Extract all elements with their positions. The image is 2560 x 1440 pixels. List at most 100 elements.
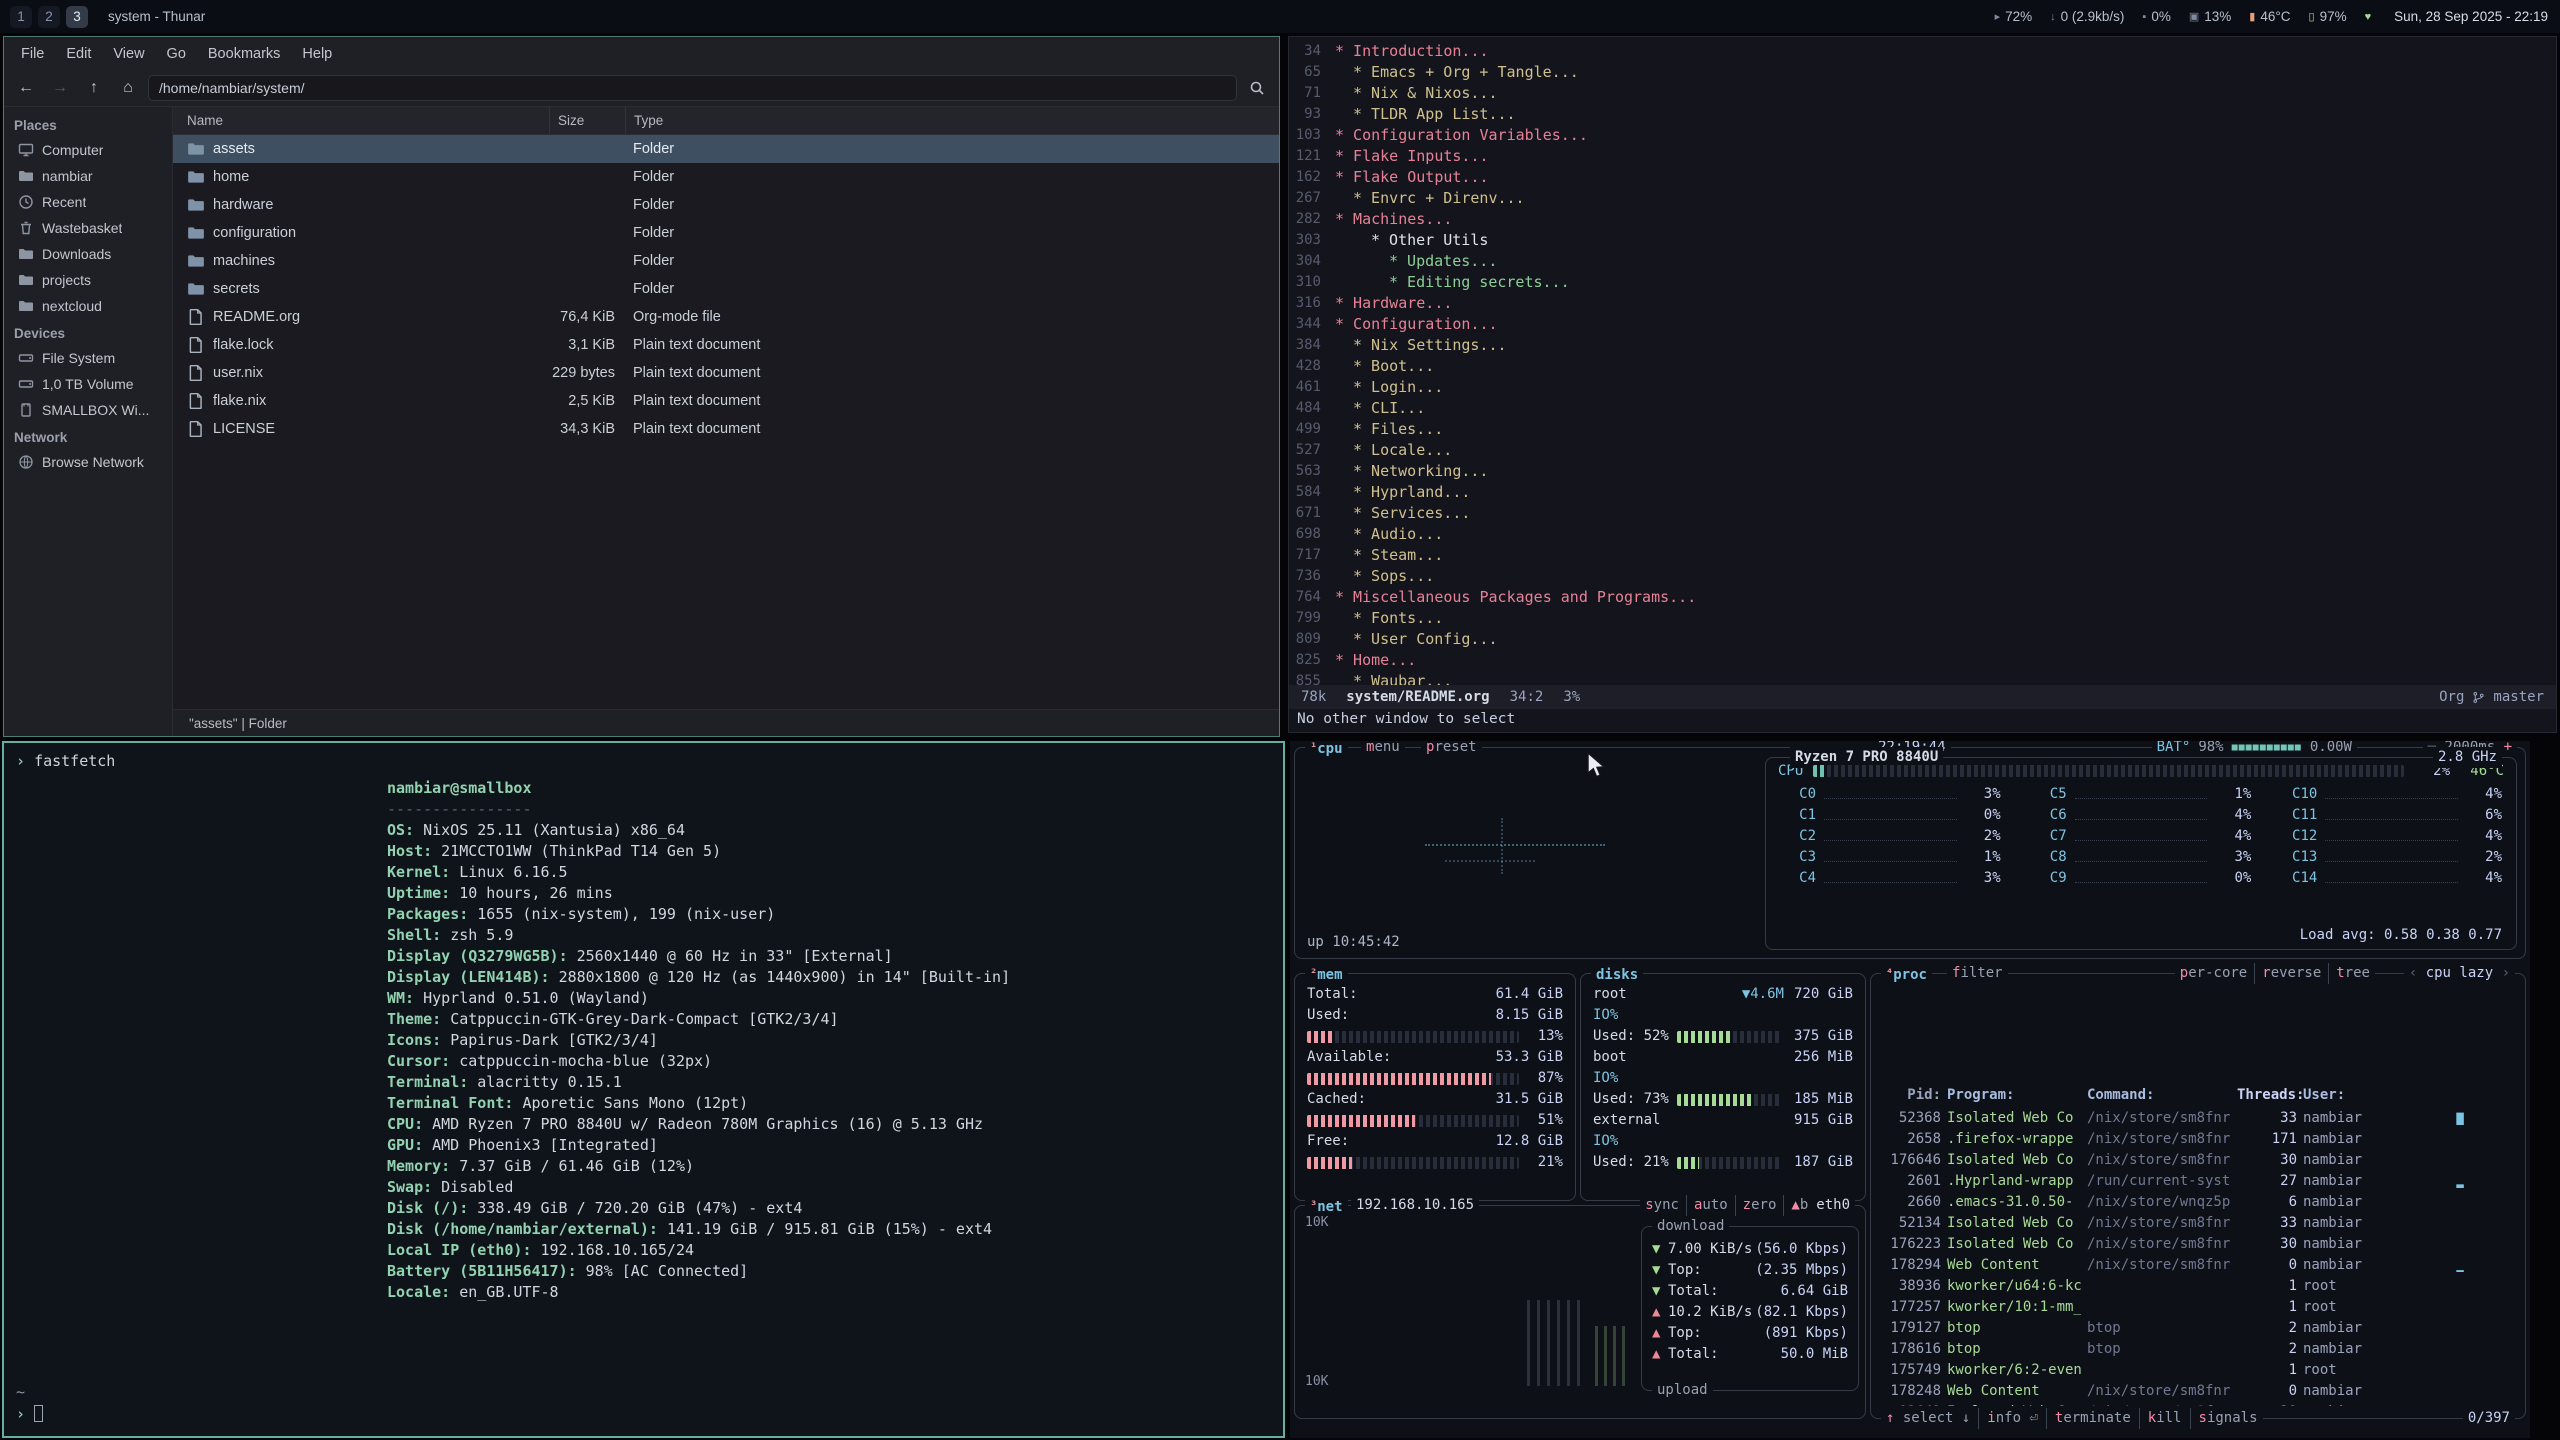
menu-item[interactable]: Go [156,46,197,62]
info-value: AMD Ryzen 7 PRO 8840U w/ Radeon 780M Gra… [432,1114,983,1135]
menu-item[interactable]: Bookmarks [197,46,292,62]
sidebar-item[interactable]: Recent [4,189,172,215]
sidebar-item[interactable]: nambiar [4,163,172,189]
shell-prompt[interactable]: › [16,1404,43,1425]
menu-item[interactable]: View [102,46,155,62]
sidebar-section: Devices File System 1,0 TB Volume SM [4,319,172,423]
emacs-buffer[interactable]: 34 * Introduction... 65 * Emacs + Org + … [1289,37,2556,685]
core-label: C3 [1780,847,1816,868]
proc-footer-hint[interactable]: info ⏎ [1978,1408,2038,1429]
bar-module[interactable]: ▮ 46°C [2249,9,2290,24]
proc-footer-hint[interactable]: kill [2139,1408,2182,1429]
file-name: LICENSE [213,421,275,437]
file-row[interactable]: hardware Folder [173,191,1279,219]
bar-module[interactable]: ▯ 97% [2309,9,2347,24]
shell-command-line: › fastfetch [16,751,115,772]
proc-footer-hint[interactable]: ↑ select ↓ [1886,1408,1970,1429]
org-heading-line: 736 * Sops... [1289,566,2556,587]
bar-module[interactable]: ▣ 13% [2189,9,2231,24]
info-key: Display (LEN414B): [387,967,550,988]
process-row[interactable]: 2660 .emacs-31.0.50- /nix/store/wnqz5pa8… [1871,1088,2525,1109]
file-row[interactable]: flake.lock 3,1 KiB Plain text document [173,331,1279,359]
proc-filter-button[interactable]: filter [1947,963,2008,984]
proc-option-button[interactable]: reverse [2254,963,2321,984]
org-heading-line: 310 * Editing secrets... [1289,272,2556,293]
proc-footer-hint[interactable]: signals [2190,1408,2258,1429]
mem-entry: Used: 8.15 GiB 13% [1307,1005,1563,1047]
sidebar-item[interactable]: Computer [4,137,172,163]
btop-menu-button[interactable]: menu [1361,741,1405,758]
sidebar-item[interactable]: File System [4,345,172,371]
emacs-modeline: 78k system/README.org 34:2 3% Org master [1289,685,2556,709]
git-branch[interactable]: master [2493,689,2544,705]
info-value: zsh 5.9 [450,925,513,946]
file-row[interactable]: user.nix 229 bytes Plain text document [173,359,1279,387]
org-heading: * Flake Inputs... [1335,146,1489,167]
sidebar-item[interactable]: projects [4,267,172,293]
workspace-button[interactable]: 1 [10,6,32,28]
bar-module[interactable]: ♥ [2365,11,2377,23]
column-header-type[interactable]: Type [625,107,1279,134]
file-row[interactable]: assets Folder [173,135,1279,163]
increase-refresh[interactable]: + [2504,741,2512,755]
process-row[interactable]: 2601 .Hyprland-wrapp /run/current-system… [1871,1067,2525,1088]
forward-button[interactable]: → [46,75,74,101]
process-row[interactable]: 2658 .firefox-wrappe /nix/store/sm8fnrf3… [1871,1025,2525,1046]
menu-item[interactable]: Help [291,46,343,62]
btop-preset-button[interactable]: preset [1421,741,1482,758]
proc-footer-hint[interactable]: terminate [2046,1408,2131,1429]
proc-option-button[interactable]: tree [2328,963,2370,984]
sidebar-item[interactable]: Browse Network [4,449,172,475]
proc-option-button[interactable]: per-core [2180,963,2247,984]
sidebar-item[interactable]: Downloads [4,241,172,267]
process-pid: 178248 [1881,1381,1941,1402]
process-program: .emacs-31.0.50- [1947,1192,2081,1213]
process-row[interactable]: 52368 Isolated Web Co /nix/store/sm8fnrf… [1871,1004,2525,1025]
file-row[interactable]: configuration Folder [173,219,1279,247]
menu-item[interactable]: Edit [55,46,102,62]
file-row[interactable]: flake.nix 2,5 KiB Plain text document [173,387,1279,415]
sort-prev-icon[interactable]: ‹ [2409,965,2426,981]
file-row[interactable]: machines Folder [173,247,1279,275]
back-button[interactable]: ← [12,75,40,101]
workspace-button[interactable]: 3 [66,6,88,28]
file-row[interactable]: README.org 76,4 KiB Org-mode file [173,303,1279,331]
net-option-button[interactable]: ▲b [1783,1195,1808,1216]
cpu-panel-title[interactable]: ¹cpu [1305,741,1348,760]
sidebar-item[interactable]: nextcloud [4,293,172,319]
bar-module[interactable]: ▪ 0% [2142,9,2170,24]
bar-module[interactable]: ▸ 72% [1995,9,2033,24]
home-button[interactable]: ⌂ [114,75,142,101]
net-option-button[interactable]: zero [1735,1195,1777,1216]
buffer-name[interactable]: system/README.org [1346,689,1489,705]
terminal-window[interactable]: › fastfetch [2,741,1285,1438]
column-header-name[interactable]: Name [173,113,549,128]
process-row[interactable]: 176646 Isolated Web Co /nix/store/sm8fnr… [1871,1046,2525,1067]
column-header-size[interactable]: Size [549,107,625,134]
org-heading-line: 563 * Networking... [1289,461,2556,482]
bar-module[interactable]: ↓ 0 (2.9kb/s) [2050,9,2124,24]
disks-panel-title[interactable]: disks [1591,963,1643,986]
net-option-button[interactable]: sync [1645,1195,1679,1216]
sidebar-item[interactable]: Wastebasket [4,215,172,241]
org-heading-line: 809 * User Config... [1289,629,2556,650]
file-row[interactable]: secrets Folder [173,275,1279,303]
menu-item[interactable]: File [10,46,55,62]
path-bar[interactable]: /home/nambiar/system/ [148,75,1237,101]
sort-next-icon[interactable]: › [2493,965,2510,981]
sidebar-item[interactable]: SMALLBOX Wi... [4,397,172,423]
search-button[interactable] [1243,75,1271,101]
file-row[interactable]: home Folder [173,163,1279,191]
disk-total: 915 GiB [1794,1110,1853,1131]
proc-panel-title[interactable]: ⁴proc [1881,963,1932,986]
proc-sort-control[interactable]: ‹ cpu lazy › [2404,963,2515,984]
up-button[interactable]: ↑ [80,75,108,101]
mem-panel-title[interactable]: ²mem [1305,963,1348,986]
file-row[interactable]: LICENSE 34,3 KiB Plain text document [173,415,1279,443]
sidebar-item-icon [18,246,34,262]
workspace-button[interactable]: 2 [38,6,60,28]
net-option-button[interactable]: auto [1686,1195,1728,1216]
major-mode[interactable]: Org [2439,689,2464,705]
sidebar-item[interactable]: 1,0 TB Volume [4,371,172,397]
toolbar: ← → ↑ ⌂ /home/nambiar/system/ [4,70,1279,107]
